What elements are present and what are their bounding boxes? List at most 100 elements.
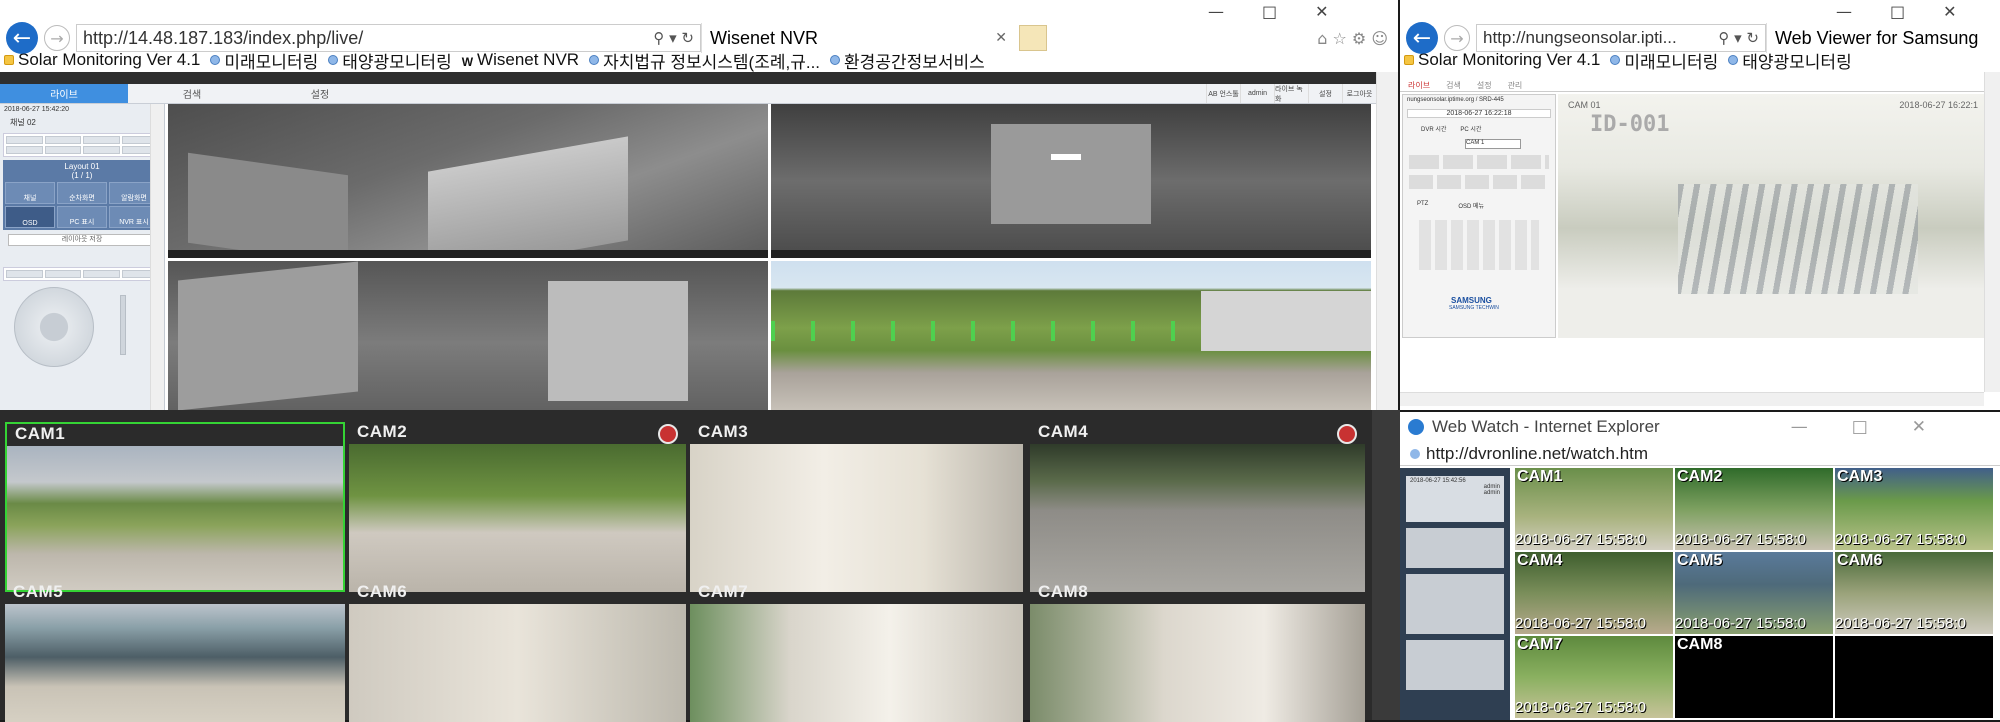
layout-pc-button[interactable]: PC 표시 <box>57 206 107 228</box>
favorite-link[interactable]: 미래모니터링 <box>1610 48 1718 72</box>
ctrl-button[interactable] <box>44 136 81 144</box>
grid-cell-cam5[interactable]: CAM5 <box>5 582 345 722</box>
favorite-link[interactable]: 태양광모니터링 <box>328 48 452 72</box>
layout-sequence-button[interactable]: 순차화면 <box>57 182 107 204</box>
ww-layout-buttons[interactable] <box>1406 528 1504 568</box>
cam-image <box>7 446 343 590</box>
nvr-feed-cam01[interactable] <box>168 104 768 258</box>
ww-cam-cell[interactable]: CAM3 2018-06-27 15:58:0 <box>1835 468 1993 550</box>
window-controls[interactable]: —□✕ <box>1791 417 1970 437</box>
nvr-sidebar-scrollbar[interactable] <box>150 104 164 410</box>
favorite-link[interactable]: W Wisenet NVR <box>462 50 579 70</box>
osd-tab[interactable]: OSD 메뉴 <box>1458 201 1484 210</box>
home-star-gear-icons[interactable]: ⌂ ☆ ⚙ ☺ <box>1317 29 1388 48</box>
wv-menu-admin[interactable]: 관리 <box>1508 80 1523 91</box>
favorite-link[interactable]: Solar Monitoring Ver 4.1 <box>1404 50 1600 70</box>
ww-ptz-buttons[interactable] <box>1406 574 1504 634</box>
search-refresh-icon[interactable]: ⚲ ▾ ↻ <box>1712 29 1759 47</box>
zoom-slider[interactable] <box>120 295 126 355</box>
ptz-pad[interactable] <box>1419 220 1539 270</box>
ww-info-box: 2018-06-27 15:42:56 admin admin <box>1406 476 1504 522</box>
ctrl-button[interactable] <box>44 146 81 154</box>
wv-camera-feed[interactable]: CAM 01 2018-06-27 16:22:1 ID-001 <box>1558 94 1984 338</box>
ww-cam-cell[interactable]: CAM6 2018-06-27 15:58:0 <box>1835 552 1993 634</box>
wv-toolbar[interactable] <box>1409 175 1549 189</box>
save-layout-button[interactable]: 레이아웃 저장 <box>8 234 156 246</box>
ww-role: admin <box>1483 490 1500 496</box>
recording-icon <box>658 424 678 444</box>
wv-toolbar[interactable] <box>1409 155 1549 169</box>
ww-playback-buttons[interactable] <box>1406 640 1504 690</box>
ctrl-button[interactable] <box>6 146 43 154</box>
nvr-page-scrollbar[interactable] <box>1376 72 1398 410</box>
favorite-link[interactable]: 자치법규 정보시스템(조례,규... <box>589 48 820 72</box>
ww-cam-cell[interactable] <box>1835 636 1993 718</box>
window-controls[interactable]: —□✕ <box>1208 2 1367 21</box>
record-button[interactable]: 라이브 녹화 <box>1274 84 1308 103</box>
ww-address-bar[interactable]: http://dvronline.net/watch.htm <box>1400 442 2000 466</box>
ctrl-button[interactable] <box>83 146 120 154</box>
grid-cell-cam7[interactable]: CAM7 <box>690 582 1023 722</box>
cam-title: CAM4 <box>1038 422 1089 441</box>
ctrl-button[interactable] <box>6 136 43 144</box>
pc-time-radio[interactable]: PC 시간 <box>1460 124 1481 133</box>
samsung-logo: SAMSUNG <box>1451 296 1492 305</box>
cam-title: CAM3 <box>698 422 749 441</box>
ptz-button[interactable] <box>6 270 43 278</box>
grid-cell-cam1[interactable]: CAM1 <box>5 422 345 592</box>
ww-cam-cell[interactable]: CAM4 2018-06-27 15:58:0 <box>1515 552 1673 634</box>
nvr-feed-cam04[interactable] <box>771 261 1371 410</box>
ww-cam-cell[interactable]: CAM2 2018-06-27 15:58:0 <box>1675 468 1833 550</box>
camera-grid-8: CAM1 CAM2 CAM3 CAM4 CAM5 CAM6 CAM7 CAM8 <box>0 410 1400 722</box>
ctrl-button[interactable] <box>83 136 120 144</box>
ww-cam-cell[interactable]: CAM1 2018-06-27 15:58:0 <box>1515 468 1673 550</box>
ie-favicon-icon <box>210 55 221 65</box>
uninstall-button[interactable]: AB 언스톨 <box>1206 84 1240 103</box>
search-refresh-icon[interactable]: ⚲ ▾ ↻ <box>647 29 694 47</box>
recording-icon <box>1337 424 1357 444</box>
grid-cell-cam8[interactable]: CAM8 <box>1030 582 1365 722</box>
ptz-button[interactable] <box>44 270 81 278</box>
ptz-button[interactable] <box>83 270 120 278</box>
grid-cell-cam6[interactable]: CAM6 <box>349 582 686 722</box>
ie-favicon-icon <box>328 55 339 65</box>
cam-image <box>1030 444 1365 592</box>
web-watch-window: Web Watch - Internet Explorer —□✕ http:/… <box>1400 412 2000 720</box>
wv-horizontal-scrollbar[interactable] <box>1400 392 1984 406</box>
dvr-time-radio[interactable]: DVR 시간 <box>1421 124 1446 133</box>
wv-menu-settings[interactable]: 설정 <box>1477 80 1492 91</box>
tab-search[interactable]: 검색 <box>128 84 256 103</box>
ww-cam-cell[interactable]: CAM8 <box>1675 636 1833 718</box>
favorite-link[interactable]: 환경공간정보서비스 <box>830 48 985 72</box>
favorite-link[interactable]: 태양광모니터링 <box>1728 48 1852 72</box>
cam-select[interactable]: CAM 1 <box>1465 139 1521 149</box>
layout-osd-button[interactable]: OSD <box>5 206 55 228</box>
ww-cam-cell[interactable]: CAM5 2018-06-27 15:58:0 <box>1675 552 1833 634</box>
favorite-link[interactable]: Solar Monitoring Ver 4.1 <box>4 50 200 70</box>
tab-close-icon[interactable]: ✕ <box>995 30 1007 46</box>
ptz-joystick[interactable] <box>14 287 94 367</box>
grid-cell-cam3[interactable]: CAM3 <box>690 422 1023 592</box>
wisenet-favicon-icon: W <box>461 55 474 69</box>
wv-vertical-scrollbar[interactable] <box>1984 72 2000 392</box>
grid-cell-cam2[interactable]: CAM2 <box>349 422 686 592</box>
ww-cam-cell[interactable]: CAM7 2018-06-27 15:58:0 <box>1515 636 1673 718</box>
logout-button[interactable]: 로그아웃 <box>1342 84 1376 103</box>
layout-channel-button[interactable]: 채널 <box>5 182 55 204</box>
nvr-feed-cam02[interactable] <box>771 104 1371 258</box>
window-controls[interactable]: —□✕ <box>1836 2 1995 21</box>
grid-cell-cam4[interactable]: CAM4 <box>1030 422 1365 592</box>
favorite-link[interactable]: 미래모니터링 <box>210 48 318 72</box>
wv-menu-search[interactable]: 검색 <box>1446 80 1461 91</box>
samsung-techwin: SAMSUNG TECHWIN <box>1449 305 1499 311</box>
nvr-feed-cam03[interactable] <box>168 261 768 410</box>
ww-cam-title: CAM5 <box>1677 552 1723 569</box>
settings-button[interactable]: 설정 <box>1308 84 1342 103</box>
tab-live[interactable]: 라이브 <box>0 84 128 103</box>
grid-scrollbar[interactable] <box>1372 410 1400 720</box>
cabinet-shape <box>428 136 628 258</box>
tab-settings[interactable]: 설정 <box>256 84 384 103</box>
ptz-tab[interactable]: PTZ <box>1417 201 1428 210</box>
user-button[interactable]: admin <box>1240 84 1274 103</box>
wv-menu-live[interactable]: 라이브 <box>1408 80 1430 91</box>
